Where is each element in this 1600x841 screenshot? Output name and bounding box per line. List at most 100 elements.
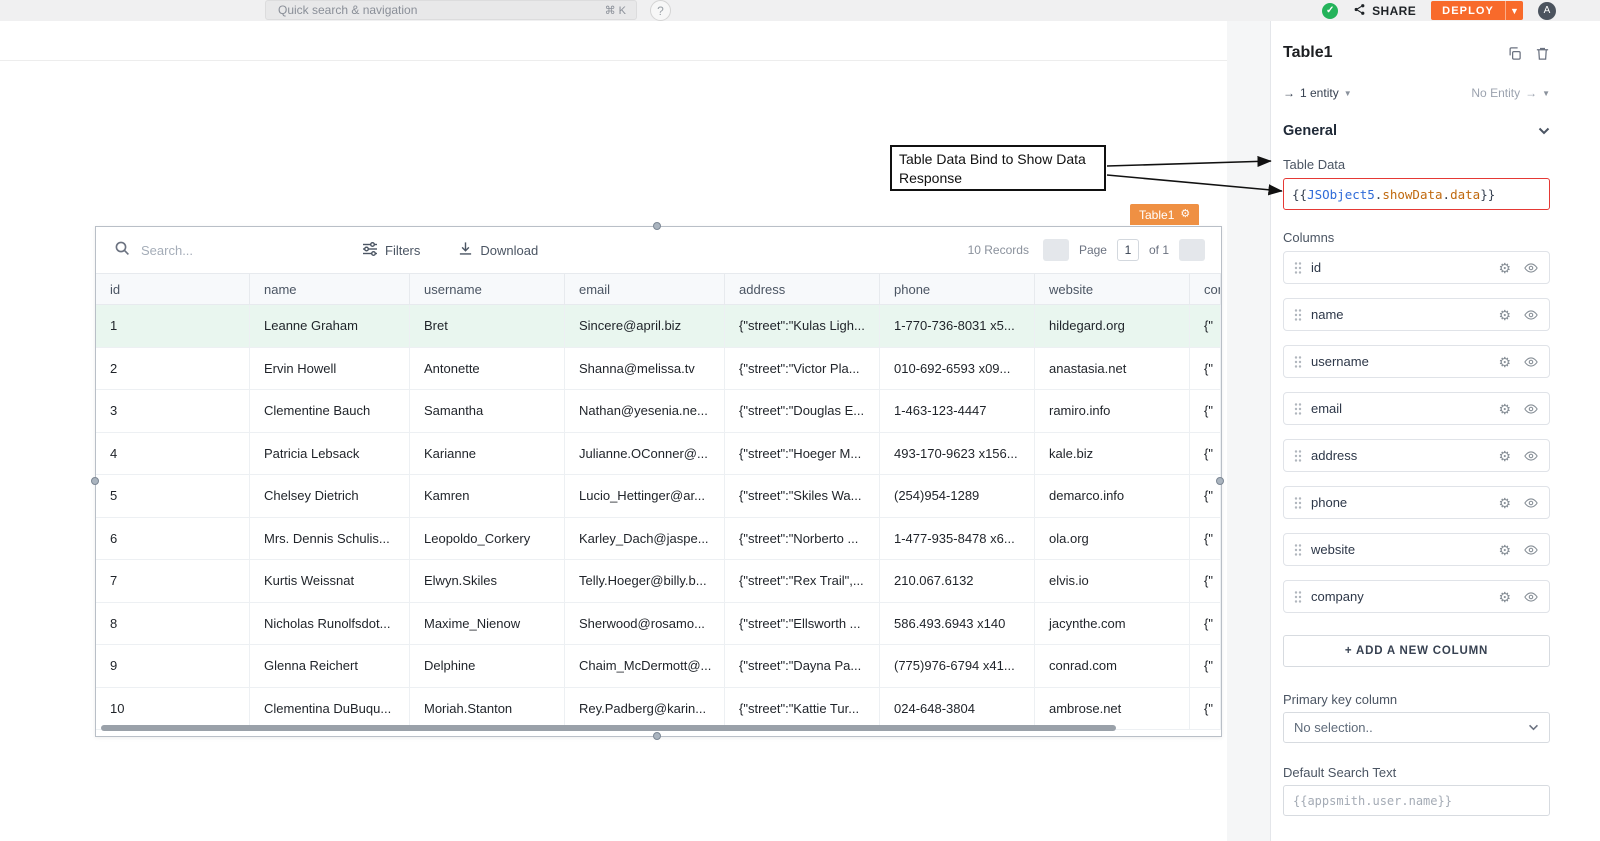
table-cell[interactable]: Kurtis Weissnat — [250, 560, 410, 602]
resize-handle-bottom[interactable] — [653, 732, 661, 740]
table-cell[interactable]: Sherwood@rosamo... — [565, 603, 725, 645]
table-cell[interactable]: jacynthe.com — [1035, 603, 1190, 645]
table-cell[interactable]: hildegard.org — [1035, 305, 1190, 347]
table-cell[interactable]: 5 — [96, 475, 250, 517]
table-cell[interactable]: kale.biz — [1035, 433, 1190, 475]
horizontal-scrollbar[interactable] — [101, 725, 1116, 731]
delete-widget-icon[interactable] — [1535, 46, 1550, 61]
table-cell[interactable]: 9 — [96, 645, 250, 687]
table-cell[interactable]: Rey.Padberg@karin... — [565, 688, 725, 730]
table-row-8[interactable]: 8Nicholas Runolfsdot...Maxime_NienowSher… — [96, 603, 1221, 646]
table-cell[interactable]: 1 — [96, 305, 250, 347]
column-item-email[interactable]: email⚙ — [1283, 392, 1550, 425]
eye-icon[interactable] — [1523, 449, 1539, 463]
gear-icon[interactable]: ⚙ — [1498, 543, 1511, 557]
table-cell[interactable]: {" — [1190, 603, 1221, 645]
prev-page-button[interactable] — [1043, 239, 1069, 261]
table-cell[interactable]: {"street":"Kulas Ligh... — [725, 305, 880, 347]
column-item-id[interactable]: id⚙ — [1283, 251, 1550, 284]
table-cell[interactable]: {"street":"Dayna Pa... — [725, 645, 880, 687]
table-cell[interactable]: Maxime_Nienow — [410, 603, 565, 645]
table-cell[interactable]: 1-463-123-4447 — [880, 390, 1035, 432]
table-cell[interactable]: conrad.com — [1035, 645, 1190, 687]
column-header-id[interactable]: id — [96, 274, 250, 304]
column-header-username[interactable]: username — [410, 274, 565, 304]
column-item-address[interactable]: address⚙ — [1283, 439, 1550, 472]
table-cell[interactable]: Julianne.OConner@... — [565, 433, 725, 475]
table-cell[interactable]: Patricia Lebsack — [250, 433, 410, 475]
table-cell[interactable]: 493-170-9623 x156... — [880, 433, 1035, 475]
gear-icon[interactable]: ⚙ — [1498, 449, 1511, 463]
table-cell[interactable]: Leopoldo_Corkery — [410, 518, 565, 560]
eye-icon[interactable] — [1523, 496, 1539, 510]
table-cell[interactable]: {" — [1190, 645, 1221, 687]
widget-settings-gear-icon[interactable]: ⚙ — [1180, 209, 1190, 220]
table-cell[interactable]: Sincere@april.biz — [565, 305, 725, 347]
gear-icon[interactable]: ⚙ — [1498, 402, 1511, 416]
table-cell[interactable]: {"street":"Ellsworth ... — [725, 603, 880, 645]
table-cell[interactable]: Delphine — [410, 645, 565, 687]
table-row-7[interactable]: 7Kurtis WeissnatElwyn.SkilesTelly.Hoeger… — [96, 560, 1221, 603]
eye-icon[interactable] — [1523, 590, 1539, 604]
drag-handle-icon[interactable] — [1294, 590, 1302, 604]
table-cell[interactable]: Shanna@melissa.tv — [565, 348, 725, 390]
table-cell[interactable]: {" — [1190, 560, 1221, 602]
resize-handle-top[interactable] — [653, 222, 661, 230]
gear-icon[interactable]: ⚙ — [1498, 496, 1511, 510]
filters-button[interactable]: Filters — [362, 241, 420, 260]
add-column-button[interactable]: + ADD A NEW COLUMN — [1283, 635, 1550, 667]
share-button[interactable]: SHARE — [1353, 3, 1416, 19]
table-cell[interactable]: Chelsey Dietrich — [250, 475, 410, 517]
table-row-3[interactable]: 3Clementine BauchSamanthaNathan@yesenia.… — [96, 390, 1221, 433]
table-row-10[interactable]: 10Clementina DuBuqu...Moriah.StantonRey.… — [96, 688, 1221, 731]
table-cell[interactable]: 1-477-935-8478 x6... — [880, 518, 1035, 560]
table-cell[interactable]: (775)976-6794 x41... — [880, 645, 1035, 687]
column-item-phone[interactable]: phone⚙ — [1283, 486, 1550, 519]
table-cell[interactable]: 4 — [96, 433, 250, 475]
table-search-input[interactable] — [139, 242, 293, 259]
table-row-9[interactable]: 9Glenna ReichertDelphineChaim_McDermott@… — [96, 645, 1221, 688]
table-cell[interactable]: demarco.info — [1035, 475, 1190, 517]
table-cell[interactable]: {" — [1190, 433, 1221, 475]
table-row-4[interactable]: 4Patricia LebsackKarianneJulianne.OConne… — [96, 433, 1221, 476]
table-cell[interactable]: Ervin Howell — [250, 348, 410, 390]
table-cell[interactable]: {" — [1190, 390, 1221, 432]
table-cell[interactable]: Glenna Reichert — [250, 645, 410, 687]
table-cell[interactable]: 024-648-3804 — [880, 688, 1035, 730]
table-cell[interactable]: {"street":"Hoeger M... — [725, 433, 880, 475]
quick-search[interactable]: ⌘ K — [265, 0, 637, 20]
column-item-username[interactable]: username⚙ — [1283, 345, 1550, 378]
table-cell[interactable]: Chaim_McDermott@... — [565, 645, 725, 687]
quick-search-input[interactable] — [276, 2, 597, 18]
table-cell[interactable]: 210.067.6132 — [880, 560, 1035, 602]
gear-icon[interactable]: ⚙ — [1498, 355, 1511, 369]
drag-handle-icon[interactable] — [1294, 449, 1302, 463]
table-cell[interactable]: elvis.io — [1035, 560, 1190, 602]
table-cell[interactable]: 3 — [96, 390, 250, 432]
gear-icon[interactable]: ⚙ — [1498, 590, 1511, 604]
eye-icon[interactable] — [1523, 543, 1539, 557]
table-cell[interactable]: {"street":"Skiles Wa... — [725, 475, 880, 517]
table-cell[interactable]: {"street":"Norberto ... — [725, 518, 880, 560]
table-cell[interactable]: {"street":"Kattie Tur... — [725, 688, 880, 730]
download-button[interactable]: Download — [458, 241, 538, 259]
table-cell[interactable]: Clementine Bauch — [250, 390, 410, 432]
table-cell[interactable]: {"street":"Rex Trail",... — [725, 560, 880, 602]
help-button[interactable]: ? — [650, 0, 671, 21]
drag-handle-icon[interactable] — [1294, 355, 1302, 369]
table-search[interactable] — [114, 240, 324, 261]
eye-icon[interactable] — [1523, 308, 1539, 322]
table-cell[interactable]: 2 — [96, 348, 250, 390]
drag-handle-icon[interactable] — [1294, 496, 1302, 510]
default-search-input[interactable]: {{appsmith.user.name}} — [1283, 785, 1550, 816]
widget-name-tag[interactable]: Table1 ⚙ — [1130, 204, 1199, 225]
drag-handle-icon[interactable] — [1294, 543, 1302, 557]
table-cell[interactable]: ambrose.net — [1035, 688, 1190, 730]
table-cell[interactable]: Samantha — [410, 390, 565, 432]
deploy-button[interactable]: DEPLOY ▼ — [1431, 1, 1523, 20]
next-page-button[interactable] — [1179, 239, 1205, 261]
table-row-6[interactable]: 6Mrs. Dennis Schulis...Leopoldo_CorkeryK… — [96, 518, 1221, 561]
table-cell[interactable]: Karianne — [410, 433, 565, 475]
outgoing-entity-dropdown[interactable]: No Entity → ▼ — [1471, 86, 1550, 100]
column-item-website[interactable]: website⚙ — [1283, 533, 1550, 566]
